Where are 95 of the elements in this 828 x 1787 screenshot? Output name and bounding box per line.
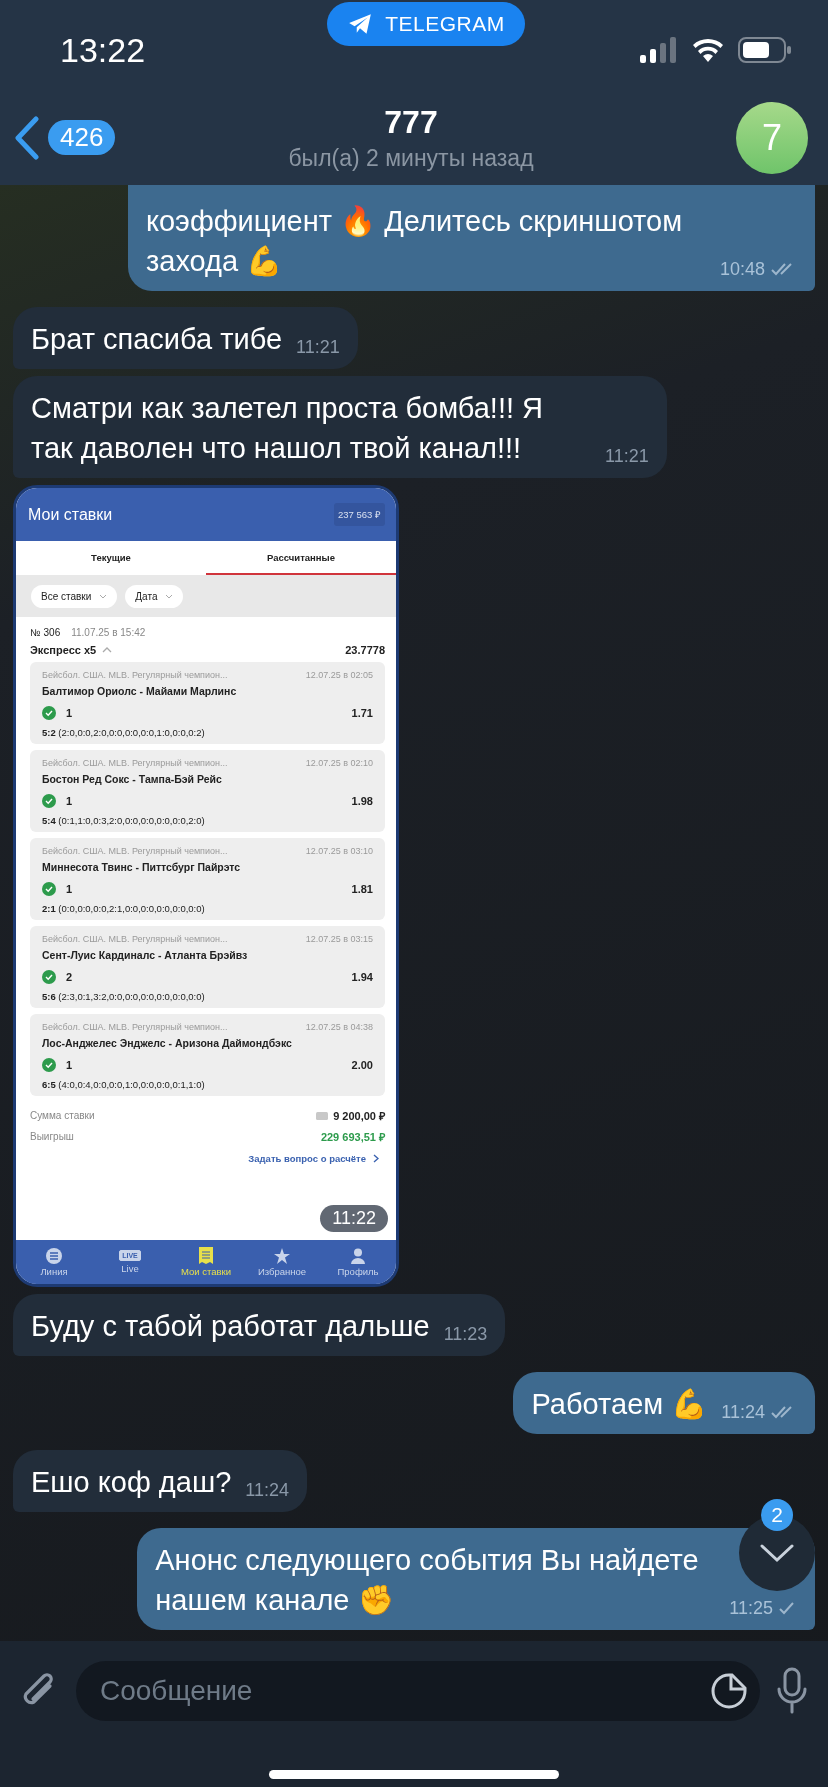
event-date: 12.07.25 в 02:05	[305, 670, 373, 680]
league-name: Бейсбол. США. MLB. Регулярный чемпион...	[42, 846, 228, 856]
signal-icon	[640, 37, 678, 63]
person-icon	[351, 1247, 365, 1264]
screen-title: Мои ставки	[28, 505, 113, 524]
message-text: Брат спасиба тибе	[31, 322, 283, 357]
event-date: 12.07.25 в 03:15	[305, 934, 373, 944]
event-date: 12.07.25 в 02:10	[305, 758, 373, 768]
paper-plane-icon	[347, 11, 374, 37]
message-text: Анонс следующего события Вы найдете нашем канале ✊	[155, 1543, 700, 1618]
league-name: Бейсбол. США. MLB. Регулярный чемпион...	[42, 670, 228, 680]
message-text: Сматри как залетел проста бомба!!! Я так даволен что нашол твой канал!!!	[31, 391, 545, 466]
total-odds: 23.7778	[345, 644, 385, 656]
microphone-icon[interactable]	[776, 1667, 808, 1715]
event-odds: 1.81	[351, 883, 373, 895]
message-text: Ешо коф даш?	[31, 1465, 232, 1500]
message-time: 11:21	[296, 336, 340, 359]
banknote-icon	[316, 1111, 329, 1120]
receipt-icon	[199, 1247, 213, 1264]
final-score: 5:2 (2:0,0:0,2:0,0:0,0:0,0:0,1:0,0:0,0:2)	[42, 727, 206, 738]
match-name: Балтимор Ориолс - Майами Марлинс	[42, 685, 238, 697]
message-time: 10:48	[719, 258, 765, 281]
bottom-nav-tab[interactable]: Линия	[16, 1240, 92, 1284]
stake-label: Сумма ставки	[30, 1110, 95, 1121]
event-odds: 1.71	[351, 707, 373, 719]
event-odds: 1.94	[351, 971, 373, 983]
bet-date: 11.07.25 в 15:42	[71, 627, 146, 638]
league-name: Бейсбол. США. MLB. Регулярный чемпион...	[42, 758, 228, 768]
chevron-down-icon	[165, 593, 174, 599]
nav-label: Мои ставки	[180, 1266, 231, 1277]
event-date: 12.07.25 в 03:10	[305, 846, 373, 856]
status-time: 13:22	[60, 30, 147, 70]
message-time: 11:22	[320, 1205, 388, 1232]
bottom-nav-tab[interactable]: Избранное	[244, 1240, 320, 1284]
league-name: Бейсбол. США. MLB. Регулярный чемпион...	[42, 1022, 228, 1032]
message-input[interactable]: Сообщение	[76, 1661, 760, 1721]
pick-outcome: 1	[66, 1059, 73, 1071]
chat-title: 777	[383, 103, 439, 141]
final-score: 2:1 (0:0,0:0,0:0,2:1,0:0,0:0,0:0,0:0,0:0)	[42, 903, 206, 914]
message-time: 11:24	[245, 1479, 289, 1502]
list-circle-icon	[46, 1247, 62, 1264]
unread-count: 426	[48, 120, 116, 155]
message-text: коэффициент 🔥 Делитесь скриншотом захода 💪	[145, 204, 684, 279]
star-icon	[274, 1247, 290, 1264]
event-odds: 2.00	[351, 1059, 373, 1071]
bet-type: Экспресс x5	[30, 644, 97, 656]
screenshot-image[interactable]	[13, 485, 399, 1287]
battery-icon	[738, 37, 792, 63]
final-score: 5:6 (2:3,0:1,3:2,0:0,0:0,0:0,0:0,0:0,0:0)	[42, 991, 206, 1002]
bet-number: № 306	[30, 627, 61, 638]
final-score: 6:5 (4:0,0:4,0:0,0:0,1:0,0:0,0:0,0:1,1:0)	[42, 1079, 206, 1090]
nav-label: Линия	[40, 1265, 68, 1277]
pick-outcome: 1	[66, 883, 73, 895]
tab[interactable]: Текущие	[16, 541, 206, 575]
stake-amount: 9 200,00 ₽	[333, 1109, 385, 1123]
event-date: 12.07.25 в 04:38	[305, 1022, 373, 1032]
message-text: Работаем 💪	[531, 1387, 708, 1422]
message-text: Буду с табой работат дальше	[31, 1309, 430, 1344]
unread-badge: 2	[761, 1499, 793, 1531]
message-time: 11:24	[721, 1401, 765, 1424]
message-time: 11:23	[443, 1323, 488, 1346]
chevron-down-icon	[760, 1543, 794, 1563]
final-score: 5:4 (0:1,1:0,0:3,2:0,0:0,0:0,0:0,0:0,2:0)	[42, 815, 206, 826]
app-pill[interactable]: TELEGRAM	[327, 2, 525, 46]
win-label: Выигрыш	[30, 1131, 74, 1142]
pick-outcome: 1	[66, 707, 73, 719]
win-amount: 229 693,51 ₽	[320, 1130, 385, 1144]
event-odds: 1.98	[351, 795, 373, 807]
message-time: 11:25	[729, 1597, 773, 1620]
nav-label: Live	[121, 1263, 139, 1274]
ask-question-link[interactable]: Задать вопрос о расчёте	[248, 1153, 366, 1164]
chevron-left-icon	[14, 115, 40, 160]
bottom-nav-tab[interactable]: Профиль	[320, 1240, 396, 1284]
message-time: 11:21	[605, 445, 649, 468]
filter-dropdown[interactable]: Дата	[125, 584, 184, 608]
match-name: Миннесота Твинс - Питтсбург Пайрэтс	[42, 861, 242, 873]
league-name: Бейсбол. США. MLB. Регулярный чемпион...	[42, 934, 228, 944]
back-button[interactable]: 426	[14, 115, 174, 160]
pick-outcome: 2	[66, 971, 73, 983]
last-seen-status: был(а) 2 минуты назад	[287, 144, 535, 172]
app-name: TELEGRAM	[385, 12, 505, 36]
nav-label: Профиль	[337, 1265, 379, 1277]
match-name: Лос-Анджелес Энджелс - Аризона Даймондбэкс	[42, 1037, 293, 1049]
chevron-down-icon	[99, 593, 108, 599]
pick-outcome: 1	[66, 795, 73, 807]
wifi-icon	[692, 38, 724, 62]
chevron-right-icon	[373, 1154, 379, 1163]
chevron-up-icon	[102, 647, 113, 653]
balance-badge: 237 563 ₽	[334, 503, 385, 526]
filter-dropdown[interactable]: Все ставки	[31, 584, 118, 608]
sticker-icon[interactable]	[710, 1672, 748, 1710]
match-name: Бостон Ред Сокс - Тампа-Бэй Рейс	[42, 773, 223, 785]
nav-label: Избранное	[257, 1265, 307, 1277]
bottom-nav-tab[interactable]: Мои ставки	[168, 1240, 244, 1284]
match-name: Сент-Луис Кардиналс - Атланта Брэйвз	[42, 949, 249, 961]
